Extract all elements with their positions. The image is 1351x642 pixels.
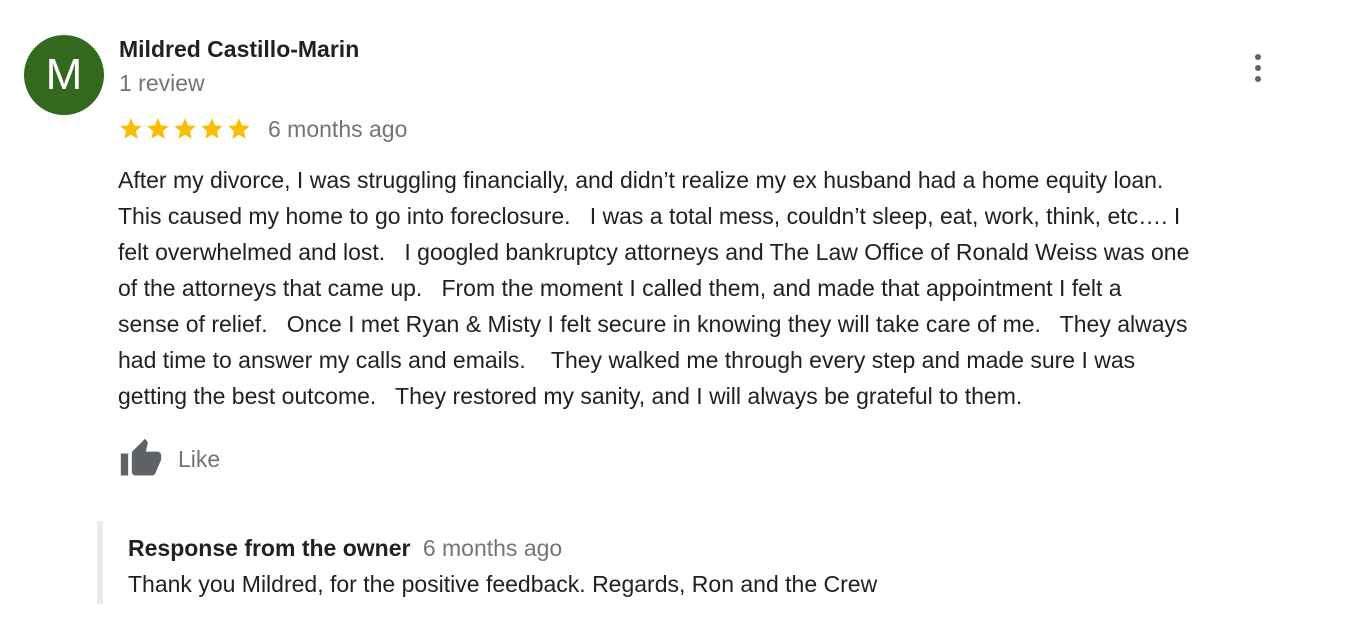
like-button[interactable]: Like [118, 436, 220, 482]
owner-response-text: Thank you Mildred, for the positive feed… [128, 571, 878, 597]
star-icon [147, 118, 169, 139]
more-options-button[interactable] [1240, 50, 1276, 86]
more-vertical-icon-dot [1255, 76, 1261, 82]
review-count: 1 review [119, 70, 205, 96]
more-vertical-icon-dot [1255, 65, 1261, 71]
star-icon [120, 118, 142, 139]
thumbs-up-icon [120, 438, 162, 476]
rating-row: 6 months ago [118, 114, 407, 144]
avatar[interactable]: M [24, 35, 104, 115]
reviewer-name[interactable]: Mildred Castillo-Marin [119, 36, 359, 63]
more-vertical-icon [1255, 54, 1261, 60]
review-text: After my divorce, I was struggling finan… [118, 167, 1190, 409]
star-icon [174, 118, 196, 139]
star-icon [201, 118, 223, 139]
review-date: 6 months ago [268, 115, 408, 142]
star-icon [228, 118, 250, 139]
star-rating [118, 116, 252, 142]
owner-response-date: 6 months ago [422, 535, 563, 561]
owner-response-header: Response from the owner 6 months ago [128, 535, 562, 562]
like-label: Like [178, 445, 221, 472]
review-card: M Mildred Castillo-Marin 1 review 6 mont… [0, 0, 1351, 642]
owner-response: Response from the owner 6 months ago Tha… [97, 521, 1297, 604]
owner-response-title: Response from the owner [128, 535, 411, 561]
avatar-initial: M [45, 50, 83, 99]
